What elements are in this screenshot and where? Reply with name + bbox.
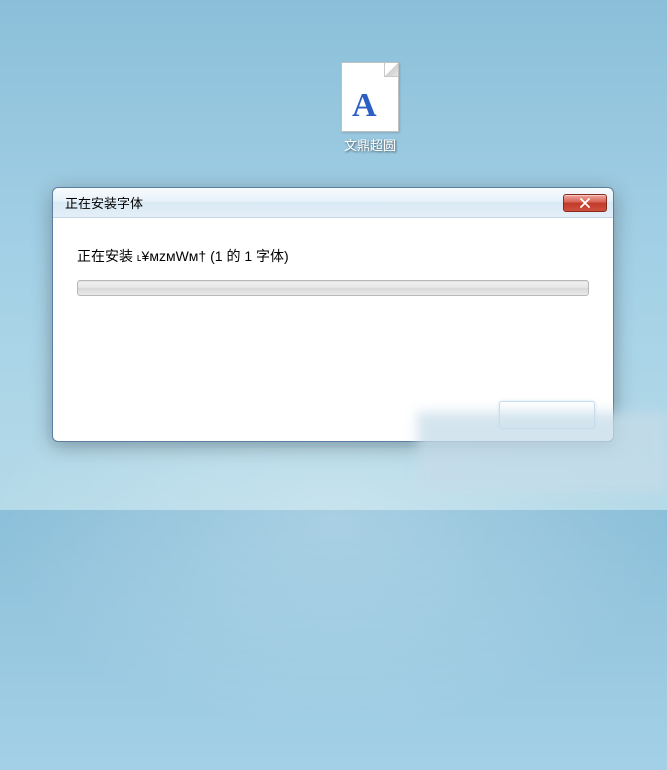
- close-button[interactable]: [563, 194, 607, 212]
- font-file-icon: A: [341, 62, 399, 132]
- dialog-body: 正在安装 ˪¥ᴍᴢᴍWᴍ† (1 的 1 字体): [53, 218, 613, 296]
- install-message: 正在安装 ˪¥ᴍᴢᴍWᴍ† (1 的 1 字体): [77, 246, 589, 266]
- install-dialog: 正在安装字体 正在安装 ˪¥ᴍᴢᴍWᴍ† (1 的 1 字体): [52, 187, 614, 442]
- font-letter: A: [352, 87, 377, 125]
- dialog-button[interactable]: [499, 401, 595, 429]
- file-label: 文鼎超圆: [344, 138, 396, 154]
- progress-bar: [77, 280, 589, 296]
- dialog-titlebar[interactable]: 正在安装字体: [53, 188, 613, 218]
- page-fold: [384, 63, 398, 77]
- desktop-file-icon[interactable]: A 文鼎超圆: [334, 62, 406, 154]
- dialog-footer: [499, 401, 595, 429]
- dialog-title: 正在安装字体: [65, 193, 143, 212]
- close-icon: [579, 198, 591, 208]
